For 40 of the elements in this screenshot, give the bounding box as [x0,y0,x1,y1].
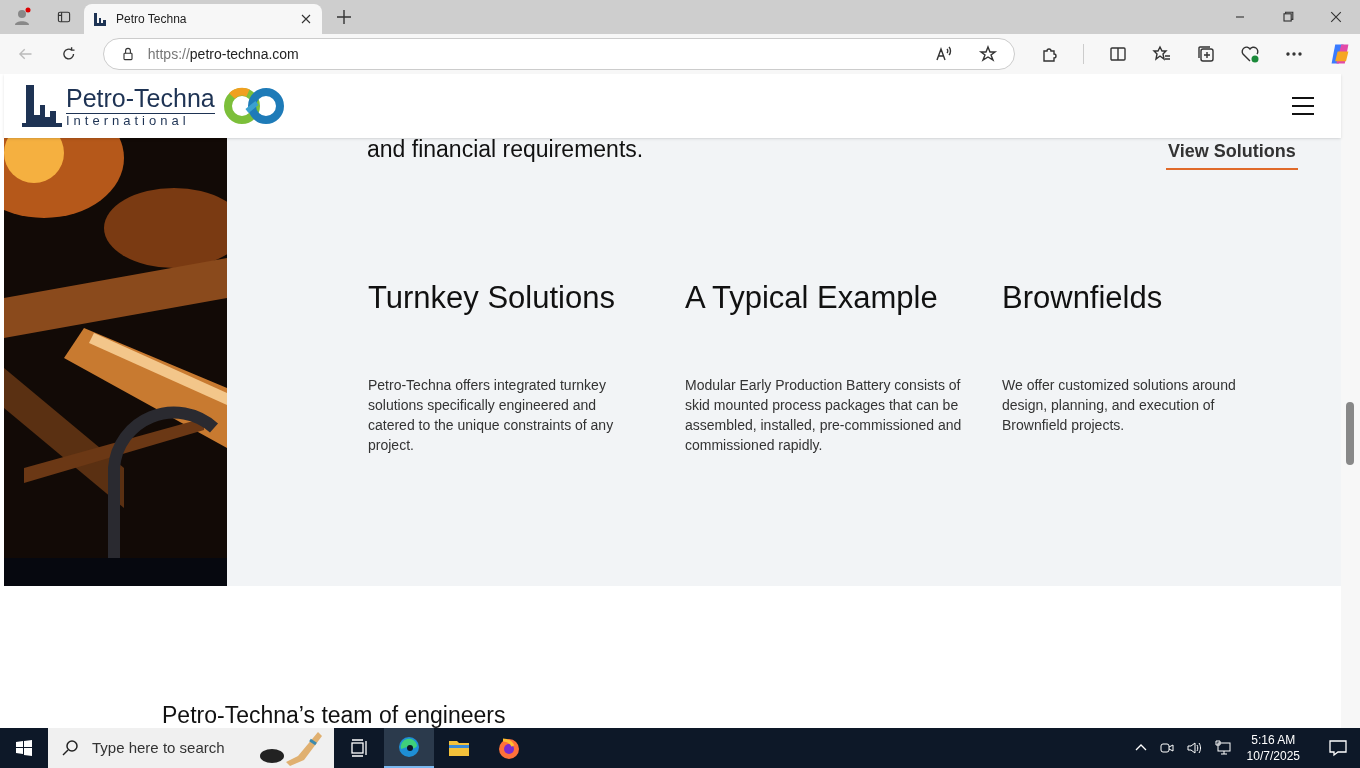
column-heading: Brownfields [1002,279,1164,317]
tab-title: Petro Techna [116,11,188,28]
profile-icon[interactable] [12,7,32,27]
new-tab-icon[interactable] [334,7,354,27]
close-window-icon[interactable] [1328,9,1344,25]
edge-icon[interactable] [384,728,434,768]
taskbar-search-field[interactable]: Type here to search [48,728,334,768]
network-icon[interactable] [1214,740,1231,756]
clock-date: 10/7/2025 [1246,748,1300,764]
column-text: We offer customized solutions around design, planning, and execution of Brownfield projects. [1002,376,1237,435]
logo-name: Petro-Techna [66,85,215,111]
url-text: https://petro-techna.com [147,44,300,64]
windows-start-icon[interactable] [16,740,32,756]
favorite-icon[interactable] [978,44,998,64]
tab-actions-icon[interactable] [56,9,72,25]
browser-tab[interactable]: Petro Techna [84,4,322,34]
health-icon[interactable] [1240,44,1260,64]
menu-icon[interactable] [1291,96,1315,116]
address-bar[interactable]: https://petro-techna.com [102,38,1015,70]
column-text: Modular Early Production Battery consists of skid mounted process packages that can be assembled, installed, pre-commissioned and commissioned rapidly. [685,376,962,455]
search-icon [60,738,80,758]
clock-time: 5:16 AM [1251,732,1296,748]
view-solutions-link[interactable]: View Solutions [1166,138,1298,170]
split-screen-icon[interactable] [1108,44,1128,64]
section-heading: Petro-Techna’s team of engineers [162,701,506,728]
scrollbar[interactable] [1341,74,1360,728]
logo-subtitle: International [66,112,215,127]
restore-icon[interactable] [1280,9,1296,25]
notification-icon[interactable] [1328,738,1348,758]
column-heading: A Typical Example [685,279,939,317]
site-favicon [92,11,108,27]
column-text: Petro-Techna offers integrated turnkey solutions specifically engineered and catered to the unique constraints of any project. [368,376,615,455]
column-heading: Turnkey Solutions [368,279,616,317]
collections-icon[interactable] [1196,44,1216,64]
hockey-drawing [258,730,322,766]
logo-ring-icon [222,87,285,125]
intro-text: and financial requirements. [367,135,644,164]
speaker-icon[interactable] [1186,740,1203,756]
camera-icon[interactable] [1158,740,1175,756]
logo-mark-icon[interactable] [20,83,64,129]
